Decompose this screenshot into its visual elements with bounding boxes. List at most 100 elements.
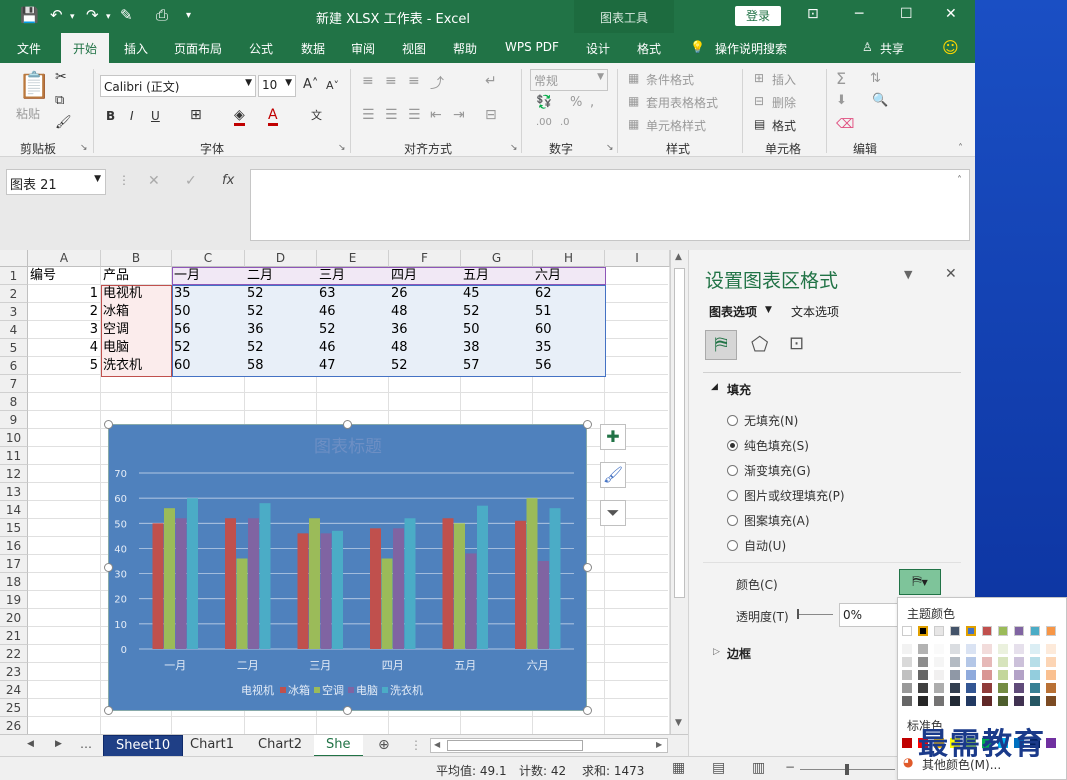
cell[interactable]: 26 bbox=[389, 285, 461, 303]
theme-color-shade-swatch[interactable] bbox=[998, 670, 1008, 680]
cell[interactable]: 电视机 bbox=[101, 285, 172, 303]
cell[interactable]: 35 bbox=[533, 339, 605, 357]
align-left-icon[interactable]: ☰ bbox=[362, 107, 375, 123]
find-select-icon[interactable]: 🔍 bbox=[872, 93, 888, 108]
horizontal-scrollbar[interactable]: ◀ ▶ bbox=[430, 738, 668, 753]
tell-me-search[interactable]: 操作说明搜索 bbox=[715, 40, 787, 57]
cell[interactable]: 52 bbox=[317, 321, 389, 339]
tab-file[interactable]: 文件 bbox=[17, 40, 41, 57]
effects-pentagon-icon[interactable]: ⬠ bbox=[751, 332, 768, 356]
maximize-icon[interactable]: ☐ bbox=[900, 6, 913, 22]
tab-format[interactable]: 格式 bbox=[637, 40, 661, 57]
theme-color-shade-swatch[interactable] bbox=[966, 696, 976, 706]
cell[interactable]: 产品 bbox=[101, 267, 172, 285]
conditional-format-icon[interactable]: ▦ bbox=[628, 71, 639, 85]
theme-color-shade-swatch[interactable] bbox=[1030, 670, 1040, 680]
currency-icon[interactable]: 💱 bbox=[536, 95, 552, 110]
sort-filter-icon[interactable]: ⇅ bbox=[870, 71, 881, 86]
cell[interactable]: 电脑 bbox=[101, 339, 172, 357]
resize-handle[interactable] bbox=[104, 563, 113, 572]
theme-color-shade-swatch[interactable] bbox=[934, 683, 944, 693]
theme-color-shade-swatch[interactable] bbox=[1030, 696, 1040, 706]
row-header-26[interactable]: 26 bbox=[0, 717, 28, 735]
row-header-2[interactable]: 2 bbox=[0, 285, 28, 303]
comma-icon[interactable]: , bbox=[590, 95, 594, 110]
cell[interactable]: 四月 bbox=[389, 267, 461, 285]
cell[interactable]: 52 bbox=[245, 339, 317, 357]
font-name-select[interactable]: Calibri (正文) ▼ bbox=[100, 75, 256, 97]
cell[interactable]: 1 bbox=[28, 285, 101, 303]
theme-color-shade-swatch[interactable] bbox=[902, 696, 912, 706]
theme-color-swatch[interactable] bbox=[950, 626, 960, 636]
theme-color-shade-swatch[interactable] bbox=[1014, 657, 1024, 667]
theme-color-swatch[interactable] bbox=[998, 626, 1008, 636]
chart-filter-icon[interactable]: ⏷ bbox=[600, 500, 626, 526]
pane-tab-chart-options[interactable]: 图表选项 bbox=[709, 303, 757, 320]
standard-color-swatch[interactable] bbox=[902, 738, 912, 748]
number-launcher-icon[interactable]: ↘ bbox=[606, 143, 614, 153]
theme-color-shade-swatch[interactable] bbox=[1030, 683, 1040, 693]
row-header-8[interactable]: 8 bbox=[0, 393, 28, 411]
theme-color-shade-swatch[interactable] bbox=[934, 657, 944, 667]
fill-option-4[interactable]: 图案填充(A) bbox=[727, 512, 810, 529]
cell[interactable]: 三月 bbox=[317, 267, 389, 285]
cell[interactable]: 冰箱 bbox=[101, 303, 172, 321]
resize-handle[interactable] bbox=[104, 706, 113, 715]
cell[interactable]: 52 bbox=[172, 339, 245, 357]
autosum-icon[interactable]: Σ bbox=[836, 69, 846, 88]
theme-color-swatch[interactable] bbox=[934, 626, 944, 636]
cell[interactable]: 2 bbox=[28, 303, 101, 321]
next-sheet-icon[interactable]: ▶ bbox=[55, 739, 62, 749]
cell[interactable]: 50 bbox=[461, 321, 533, 339]
clear-icon[interactable]: ⌫ bbox=[836, 117, 854, 132]
radio-button[interactable] bbox=[727, 465, 738, 476]
theme-color-shade-swatch[interactable] bbox=[902, 644, 912, 654]
theme-color-shade-swatch[interactable] bbox=[918, 683, 928, 693]
theme-color-shade-swatch[interactable] bbox=[982, 696, 992, 706]
cell[interactable]: 4 bbox=[28, 339, 101, 357]
delete-cells-icon[interactable]: ⊟ bbox=[754, 94, 764, 108]
align-right-icon[interactable]: ☰ bbox=[408, 107, 421, 123]
chart-styles-brush-icon[interactable]: 🖌 bbox=[600, 462, 626, 488]
page-break-view-icon[interactable]: ▥ bbox=[752, 760, 765, 776]
format-cells-icon[interactable]: ▤ bbox=[754, 117, 765, 131]
increase-font-icon[interactable]: A˄ bbox=[303, 77, 318, 92]
tab-home[interactable]: 开始 bbox=[61, 33, 110, 63]
row-header-23[interactable]: 23 bbox=[0, 663, 28, 681]
cell[interactable]: 六月 bbox=[533, 267, 605, 285]
theme-color-shade-swatch[interactable] bbox=[934, 670, 944, 680]
cell[interactable]: 62 bbox=[533, 285, 605, 303]
align-bottom-icon[interactable]: ≡ bbox=[408, 73, 420, 89]
tab-data[interactable]: 数据 bbox=[301, 40, 325, 57]
row-header-12[interactable]: 12 bbox=[0, 465, 28, 483]
theme-color-shade-swatch[interactable] bbox=[998, 683, 1008, 693]
theme-color-shade-swatch[interactable] bbox=[918, 644, 928, 654]
tab-review[interactable]: 审阅 bbox=[351, 40, 375, 57]
share-user-icon[interactable]: ♙ bbox=[862, 40, 873, 54]
row-header-19[interactable]: 19 bbox=[0, 591, 28, 609]
percent-icon[interactable]: % bbox=[570, 95, 582, 110]
collapse-ribbon-icon[interactable]: ˄ bbox=[958, 143, 963, 154]
fill-option-1[interactable]: 纯色填充(S) bbox=[727, 437, 809, 454]
theme-color-shade-swatch[interactable] bbox=[1046, 670, 1056, 680]
fill-option-3[interactable]: 图片或纹理填充(P) bbox=[727, 487, 845, 504]
cell[interactable]: 52 bbox=[461, 303, 533, 321]
row-header-13[interactable]: 13 bbox=[0, 483, 28, 501]
number-format-select[interactable]: 常规 ▼ bbox=[530, 69, 608, 91]
theme-color-shade-swatch[interactable] bbox=[966, 644, 976, 654]
theme-color-shade-swatch[interactable] bbox=[918, 670, 928, 680]
theme-color-shade-swatch[interactable] bbox=[966, 670, 976, 680]
cell[interactable]: 一月 bbox=[172, 267, 245, 285]
fill-section-header[interactable]: 填充 bbox=[727, 381, 751, 398]
pane-close-icon[interactable]: ✕ bbox=[945, 266, 957, 282]
cell[interactable]: 52 bbox=[389, 357, 461, 375]
row-header-21[interactable]: 21 bbox=[0, 627, 28, 645]
orientation-icon[interactable]: ⤴ bbox=[430, 73, 444, 93]
collapse-fill-icon[interactable]: ◢ bbox=[711, 382, 718, 392]
column-header-b[interactable]: B bbox=[101, 250, 172, 267]
radio-button[interactable] bbox=[727, 490, 738, 501]
more-sheets-icon[interactable]: … bbox=[80, 737, 92, 751]
theme-color-shade-swatch[interactable] bbox=[1014, 644, 1024, 654]
format-as-table-icon[interactable]: ▦ bbox=[628, 94, 639, 108]
sheet-tab-active[interactable]: She bbox=[314, 735, 363, 757]
